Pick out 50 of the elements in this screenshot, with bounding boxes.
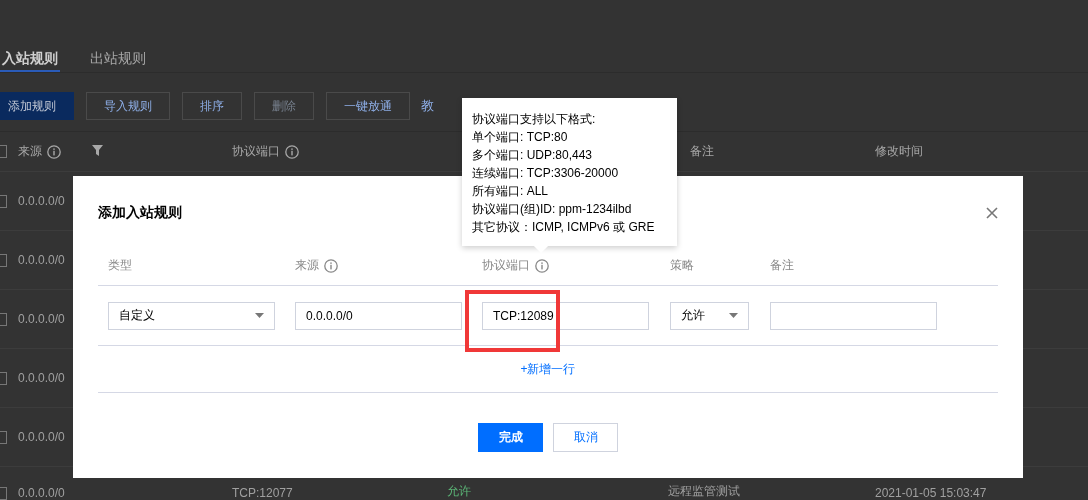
column-header: 协议端口 <box>232 143 280 160</box>
close-icon[interactable] <box>986 207 998 219</box>
info-icon[interactable] <box>535 258 549 273</box>
info-icon[interactable] <box>324 258 338 273</box>
column-header: 策略 <box>670 257 694 274</box>
filter-icon[interactable] <box>92 144 103 156</box>
caret-icon <box>729 313 738 318</box>
toolbar-button[interactable]: 导入规则 <box>86 92 170 120</box>
table-cell-text: 0.0.0.0/0 <box>18 486 66 500</box>
input-field[interactable]: TCP:12089 <box>482 301 649 330</box>
tooltip-line: 单个端口: TCP:80 <box>472 129 568 146</box>
tab[interactable]: 出站规则 <box>88 40 148 72</box>
tooltip-line: 其它协议：ICMP, ICMPv6 或 GRE <box>472 219 655 236</box>
table-cell-text: 0.0.0.0/0 <box>18 371 66 385</box>
column-header: 类型 <box>108 257 132 274</box>
info-icon[interactable] <box>285 144 299 159</box>
dialog-title: 添加入站规则 <box>98 204 182 222</box>
add-rule-button[interactable]: 添加规则 <box>0 92 74 120</box>
input-field[interactable]: 0.0.0.0/0 <box>295 301 462 330</box>
toolbar-button[interactable]: 排序 <box>182 92 242 120</box>
input-field[interactable] <box>770 301 937 330</box>
dropdown[interactable]: 自定义 <box>108 301 275 330</box>
tooltip-line: 多个端口: UDP:80,443 <box>472 147 593 164</box>
table-cell-text: 0.0.0.0/0 <box>18 312 66 326</box>
column-header: 来源 <box>295 257 319 274</box>
toolbar-button[interactable]: 一键放通 <box>326 92 410 120</box>
confirm-button[interactable]: 完成 <box>478 423 543 452</box>
add-row-link[interactable]: +新增一行 <box>520 360 576 378</box>
column-header: 来源 <box>18 143 42 160</box>
table-cell-text: 0.0.0.0/0 <box>18 194 66 208</box>
tooltip-line: 连续端口: TCP:3306-20000 <box>472 165 619 182</box>
table-cell-text: 远程监管测试 <box>668 483 741 500</box>
table-cell-text: 2021-01-05 15:03:47 <box>875 486 988 500</box>
tab[interactable]: 入站规则 <box>0 40 60 72</box>
cancel-button[interactable]: 取消 <box>553 423 618 452</box>
caret-icon <box>255 313 264 318</box>
column-header: 协议端口 <box>482 257 530 274</box>
dropdown[interactable]: 允许 <box>670 301 749 330</box>
tooltip-line: 协议端口支持以下格式: <box>472 111 596 128</box>
table-cell-text: 0.0.0.0/0 <box>18 253 66 267</box>
column-header: 备注 <box>690 143 714 160</box>
tooltip-line: 协议端口(组)ID: ppm-1234ilbd <box>472 201 632 218</box>
info-icon[interactable] <box>47 144 61 159</box>
table-cell-text: 允许 <box>447 483 472 500</box>
toolbar-link[interactable]: 教 <box>421 97 434 115</box>
column-header: 备注 <box>770 257 794 274</box>
column-header: 修改时间 <box>875 143 923 160</box>
table-cell-text: TCP:12077 <box>232 486 294 500</box>
table-cell-text: 0.0.0.0/0 <box>18 430 66 444</box>
tooltip-line: 所有端口: ALL <box>472 183 549 200</box>
